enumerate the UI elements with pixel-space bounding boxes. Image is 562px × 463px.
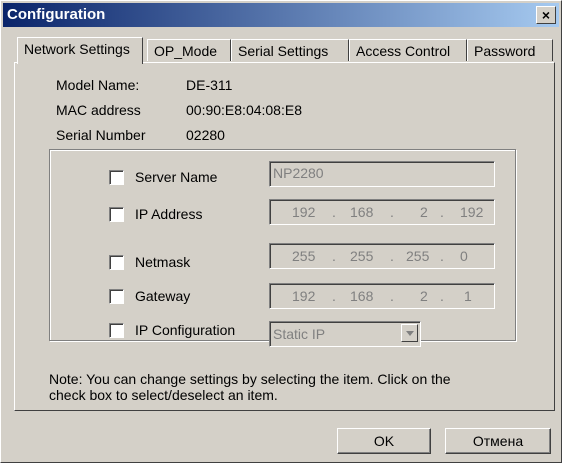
ip-configuration-label: IP Configuration xyxy=(135,322,236,338)
gateway-checkbox[interactable] xyxy=(109,289,124,304)
ip-separator: . xyxy=(440,288,444,304)
serial-number-value: 02280 xyxy=(186,127,225,143)
tab-access-control[interactable]: Access Control xyxy=(349,39,467,61)
ip-octet-3: 2 xyxy=(420,204,428,220)
note-line-2: check box to select/deselect an item. xyxy=(49,387,278,403)
close-icon: × xyxy=(541,7,551,23)
gateway-octet-2: 168 xyxy=(350,288,374,304)
server-name-value: NP2280 xyxy=(273,165,324,181)
ip-address-label: IP Address xyxy=(135,206,203,222)
ip-configuration-value: Static IP xyxy=(273,326,326,342)
title-bar[interactable]: Configuration × xyxy=(3,3,559,27)
server-name-field[interactable]: NP2280 xyxy=(269,161,495,187)
gateway-field[interactable]: 192 . 168 . 2 . 1 xyxy=(269,283,495,309)
netmask-checkbox[interactable] xyxy=(109,255,124,270)
tab-serial-settings[interactable]: Serial Settings xyxy=(231,39,349,61)
ip-separator: . xyxy=(332,288,336,304)
gateway-label: Gateway xyxy=(135,288,191,304)
model-name-label: Model Name: xyxy=(56,77,140,93)
netmask-octet-1: 255 xyxy=(292,248,316,264)
model-name-value: DE-311 xyxy=(186,77,233,93)
cancel-button[interactable]: Отмена xyxy=(445,428,551,454)
configuration-dialog: Configuration × Network Settings OP_Mode… xyxy=(0,0,562,463)
ip-configuration-checkbox[interactable] xyxy=(109,323,124,338)
ip-separator: . xyxy=(332,204,336,220)
close-button[interactable]: × xyxy=(536,6,556,24)
window-title: Configuration xyxy=(7,6,106,23)
mac-address-label: MAC address xyxy=(56,102,141,118)
tab-password[interactable]: Password xyxy=(467,39,553,61)
gateway-octet-3: 2 xyxy=(420,288,428,304)
netmask-field[interactable]: 255 . 255 . 255 . 0 xyxy=(269,243,495,269)
ip-address-checkbox[interactable] xyxy=(109,207,124,222)
netmask-octet-4: 0 xyxy=(460,248,468,264)
ip-separator: . xyxy=(440,248,444,264)
gateway-octet-1: 192 xyxy=(292,288,316,304)
ip-configuration-select[interactable]: Static IP xyxy=(269,321,421,347)
ip-octet-4: 192 xyxy=(460,204,484,220)
server-name-label: Server Name xyxy=(135,169,218,185)
gateway-octet-4: 1 xyxy=(464,288,472,304)
ip-octet-2: 168 xyxy=(350,204,374,220)
ok-button[interactable]: OK xyxy=(337,428,431,454)
mac-address-value: 00:90:E8:04:08:E8 xyxy=(186,102,302,118)
ip-separator: . xyxy=(332,248,336,264)
ip-octet-1: 192 xyxy=(292,204,316,220)
netmask-label: Netmask xyxy=(135,254,191,270)
tab-network-settings[interactable]: Network Settings xyxy=(17,37,143,64)
ip-separator: . xyxy=(440,204,444,220)
tab-op-mode[interactable]: OP_Mode xyxy=(147,39,231,61)
netmask-octet-3: 255 xyxy=(406,248,430,264)
serial-number-label: Serial Number xyxy=(56,127,146,143)
note-line-1: Note: You can change settings by selecti… xyxy=(49,371,451,387)
ip-separator: . xyxy=(390,288,394,304)
server-name-checkbox[interactable] xyxy=(109,170,124,185)
ip-separator: . xyxy=(390,248,394,264)
chevron-down-icon[interactable] xyxy=(401,324,418,342)
ip-address-field[interactable]: 192 . 168 . 2 . 192 xyxy=(269,199,495,225)
note-text: Note: You can change settings by selecti… xyxy=(49,371,529,403)
netmask-octet-2: 255 xyxy=(350,248,374,264)
ip-separator: . xyxy=(390,204,394,220)
